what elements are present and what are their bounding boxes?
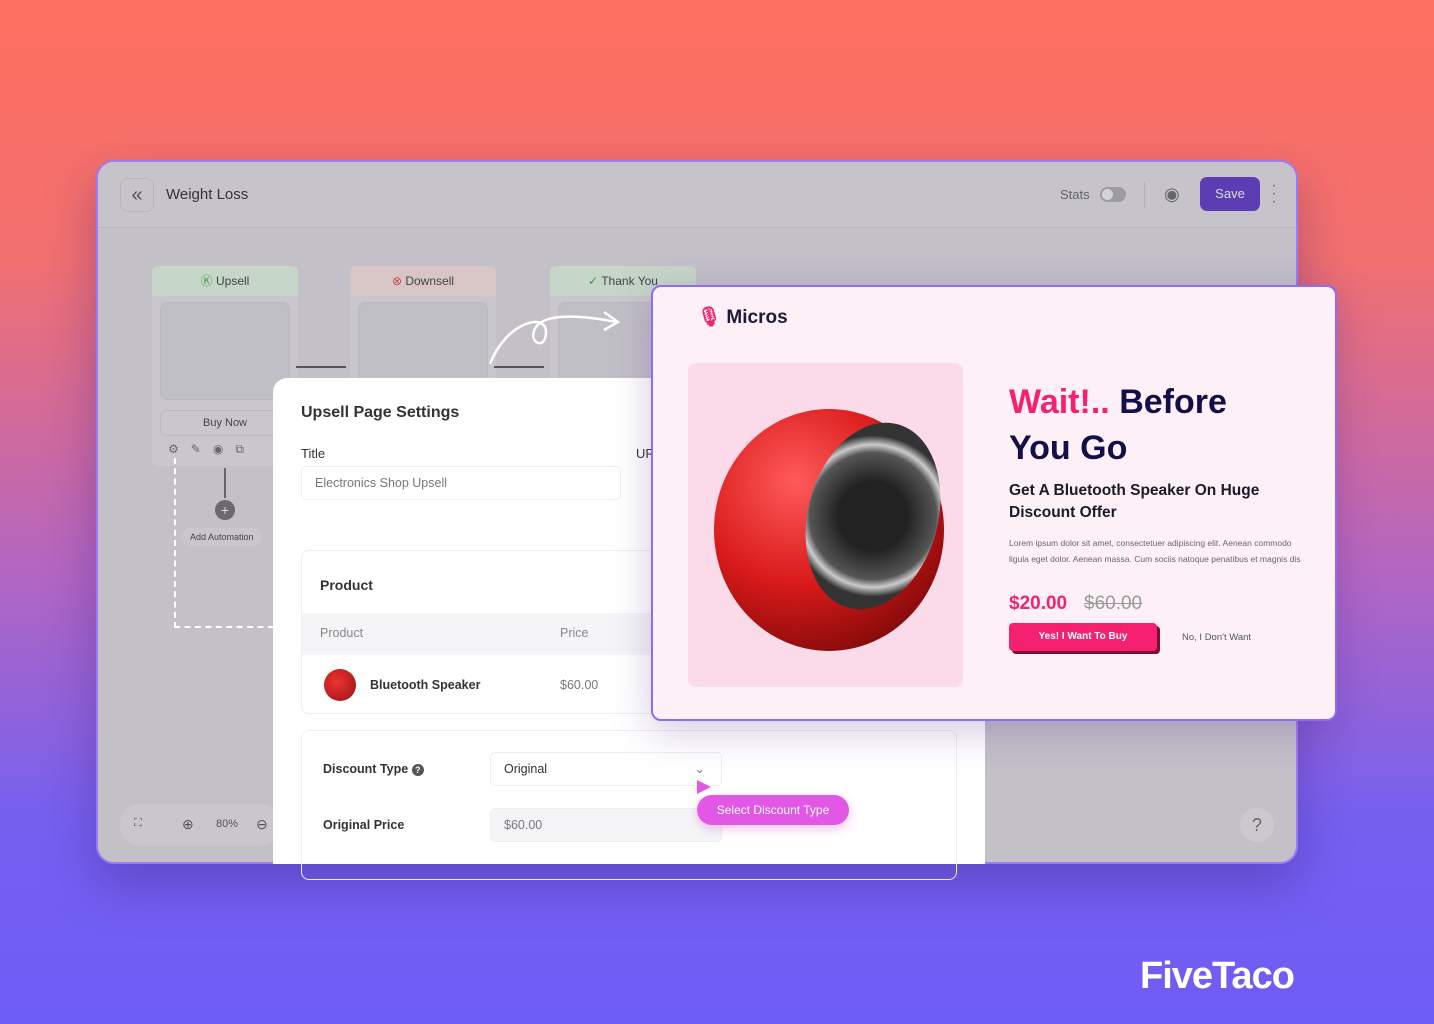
zoom-in-icon[interactable]: ⊕ <box>182 816 194 833</box>
original-price-input[interactable]: $60.00 <box>490 808 722 842</box>
check-icon: ✓ <box>588 274 602 288</box>
divider <box>1144 182 1145 208</box>
body-text: Lorem ipsum dolor sit amet, consectetuer… <box>1009 538 1301 564</box>
product-thumbnail <box>324 669 356 701</box>
top-bar: « Weight Loss Stats ◉ Save · · · <box>98 162 1296 228</box>
back-button[interactable]: « <box>120 178 154 212</box>
buy-now-button[interactable]: Buy Now <box>160 410 290 436</box>
logo: 🎙 Micros <box>697 307 788 328</box>
flow-connector <box>296 366 346 368</box>
node-label: Thank You <box>601 274 658 288</box>
page-thumbnail <box>160 302 290 400</box>
original-price-label: Original Price <box>323 818 405 832</box>
gear-icon[interactable]: ⚙ <box>168 442 191 456</box>
dashed-connector <box>174 458 274 628</box>
help-button[interactable]: ? <box>1240 808 1274 842</box>
buy-button[interactable]: Yes! I Want To Buy <box>1009 623 1157 651</box>
headline: Wait!.. Before You Go <box>1009 383 1227 467</box>
duplicate-icon[interactable]: ⧉ <box>235 442 256 456</box>
product-table: Product Product Price Bluetooth Speaker … <box>301 550 701 714</box>
stats-toggle[interactable] <box>1100 187 1126 202</box>
table-row[interactable]: Bluetooth Speaker $60.00 <box>302 655 700 713</box>
node-label: Upsell <box>215 274 250 288</box>
node-toolbar[interactable]: ⚙✎◉⧉ <box>168 442 256 457</box>
discount-type-label: Discount Type ? <box>323 762 424 776</box>
table-header: Product Price <box>302 613 700 655</box>
zoom-controls: ⛶ ⊕ 80% ⊖ <box>120 804 280 846</box>
cursor-pointer-icon <box>697 780 711 794</box>
product-section-title: Product <box>320 577 373 593</box>
panel-title: Upsell Page Settings <box>301 404 460 421</box>
tooltip-select-discount-type: Select Discount Type <box>697 795 849 825</box>
column-product: Product <box>320 626 364 640</box>
title-label: Title <box>301 446 326 461</box>
upsell-icon: Ⓚ <box>200 274 216 288</box>
upsell-page-preview: 🎙 Micros Wait!.. Before You Go Get A Blue… <box>651 285 1337 721</box>
product-image <box>688 363 963 687</box>
help-icon[interactable]: ? <box>411 764 424 776</box>
decline-link[interactable]: No, I Don't Want <box>1182 632 1251 643</box>
microphone-icon: 🎙 <box>697 307 722 328</box>
discount-type-select[interactable]: Original ⌄ <box>490 752 722 786</box>
stats-label: Stats <box>1060 187 1090 202</box>
original-price: $60.00 <box>1084 593 1143 614</box>
edit-icon[interactable]: ✎ <box>191 442 213 456</box>
preview-eye-icon[interactable]: ◉ <box>1164 184 1180 205</box>
downsell-icon: ⊗ <box>391 274 406 288</box>
node-label: Downsell <box>405 274 455 288</box>
product-price: $60.00 <box>560 678 599 692</box>
funnel-title: Weight Loss <box>166 186 249 203</box>
more-options-icon[interactable]: · · · <box>1270 178 1278 210</box>
zoom-level: 80% <box>216 818 239 830</box>
fivetaco-logo: FiveTaco <box>1140 955 1295 997</box>
sale-price: $20.00 <box>1009 593 1068 614</box>
product-name: Bluetooth Speaker <box>370 678 481 692</box>
column-price: Price <box>560 626 589 640</box>
title-input[interactable]: Electronics Shop Upsell <box>301 466 621 500</box>
save-button[interactable]: Save <box>1200 177 1260 211</box>
subheading: Get A Bluetooth Speaker On Huge Discount… <box>1009 482 1260 521</box>
eye-icon[interactable]: ◉ <box>213 442 235 456</box>
curved-arrow-decoration <box>488 310 621 365</box>
zoom-out-icon[interactable]: ⊖ <box>256 816 268 833</box>
fullscreen-icon[interactable]: ⛶ <box>134 817 142 830</box>
